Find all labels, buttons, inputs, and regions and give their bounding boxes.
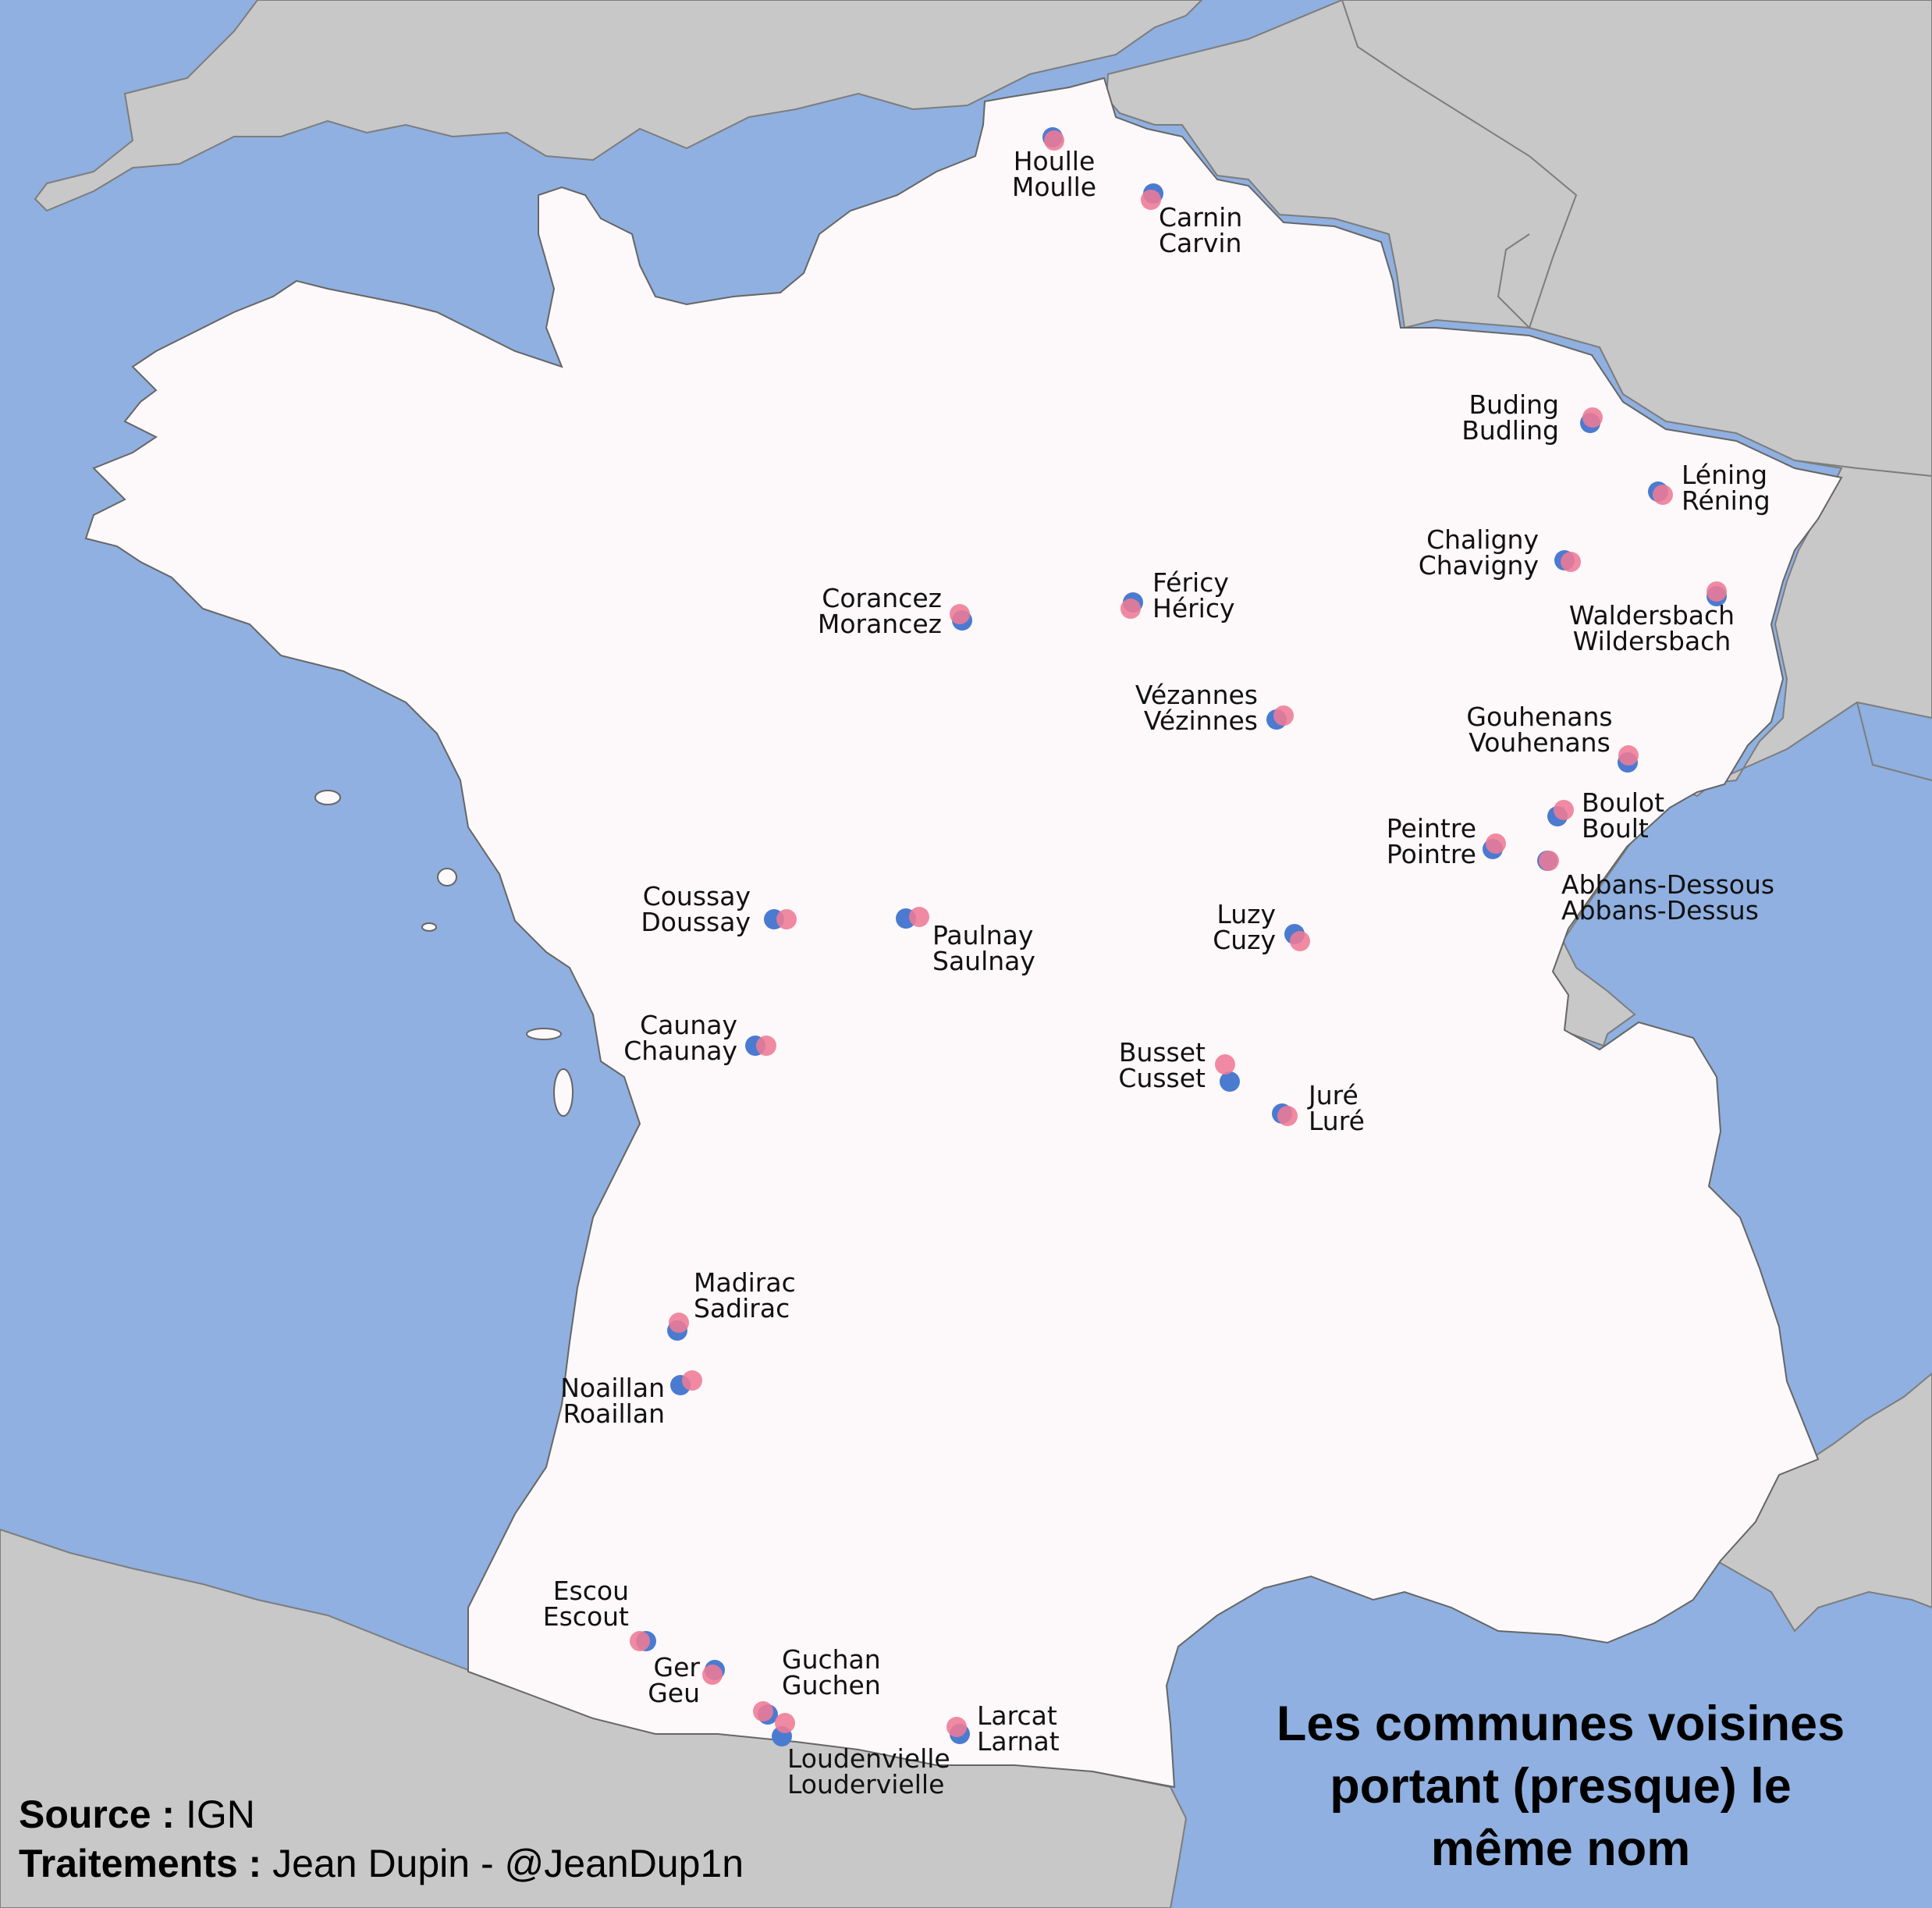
dot-pink-budling <box>1582 407 1603 428</box>
dot-pink-abbans-dessus <box>1539 851 1559 871</box>
dot-pink-réning <box>1653 485 1673 505</box>
label-14-second: Saulnay <box>932 946 1035 976</box>
dot-pink-vouhenans <box>1618 745 1639 766</box>
label-24-second: Loudervielle <box>787 1769 944 1800</box>
title-line-3: même nom <box>1431 1821 1691 1876</box>
label-25-second: Larnat <box>977 1726 1060 1757</box>
dot-pink-cusset <box>1215 1054 1235 1075</box>
label-17-second: Cusset <box>1118 1063 1206 1093</box>
label-13-second: Doussay <box>641 907 751 937</box>
label-0-second: Moulle <box>1012 172 1096 202</box>
label-19-second: Sadirac <box>694 1293 790 1324</box>
dot-pink-morancez <box>950 604 970 624</box>
dot-pink-chavigny <box>1561 552 1581 572</box>
dot-pink-larnat <box>946 1717 967 1737</box>
label-10-second: Boult <box>1582 813 1649 844</box>
source-value: IGN <box>186 1793 255 1836</box>
credits-value: Jean Dupin - @JeanDup1n <box>272 1842 744 1885</box>
source-line: Source : IGN <box>19 1793 255 1836</box>
dot-pink-loudervielle <box>775 1713 795 1733</box>
dot-pink-sadirac <box>669 1313 689 1333</box>
label-8-second: Vézinnes <box>1144 705 1258 736</box>
dot-pink-doussay <box>776 909 797 929</box>
label-1-second: Carvin <box>1159 228 1241 258</box>
label-16-second: Chaunay <box>623 1036 737 1066</box>
dot-pink-luré <box>1277 1106 1298 1126</box>
dot-pink-boult <box>1554 800 1574 820</box>
dot-pink-geu <box>702 1665 723 1685</box>
label-22-second: Geu <box>648 1678 700 1708</box>
label-2-second: Budling <box>1461 415 1559 446</box>
dot-pink-saulnay <box>909 907 929 927</box>
label-11-second: Pointre <box>1387 839 1476 869</box>
label-18-second: Luré <box>1309 1106 1365 1136</box>
dot-pink-chaunay <box>756 1036 776 1056</box>
dot-pink-vézinnes <box>1273 705 1294 726</box>
label-3-second: Réning <box>1682 485 1770 516</box>
dot-blue-busset <box>1220 1071 1240 1092</box>
dot-pink-pointre <box>1486 833 1506 854</box>
dot-pink-roaillan <box>682 1370 702 1391</box>
dot-pink-escout <box>630 1631 650 1651</box>
label-23-second: Guchen <box>782 1670 881 1700</box>
credits-label: Traitements : <box>19 1842 261 1885</box>
dot-pink-cuzy <box>1290 931 1310 951</box>
label-12-second: Abbans-Dessus <box>1561 895 1759 926</box>
dot-pink-héricy <box>1120 599 1141 619</box>
title-line-1: Les communes voisines <box>1277 1697 1845 1751</box>
dot-pink-guchen <box>753 1701 773 1721</box>
credits-line: Traitements : Jean Dupin - @JeanDup1n <box>19 1842 744 1885</box>
label-6-second: Morancez <box>818 609 942 639</box>
france-map: HoulleMoulleCarninCarvinBudingBudlingLén… <box>0 0 1932 1908</box>
label-20-second: Roaillan <box>563 1398 665 1429</box>
label-21-second: Escout <box>543 1601 629 1632</box>
source-label: Source : <box>19 1793 175 1836</box>
title-line-2: portant (presque) le <box>1330 1759 1792 1814</box>
label-5-second: Wildersbach <box>1573 626 1731 656</box>
label-15-second: Cuzy <box>1213 925 1276 955</box>
dot-pink-wildersbach <box>1706 581 1727 602</box>
label-9-second: Vouhenans <box>1469 727 1611 758</box>
label-7-second: Héricy <box>1152 593 1235 624</box>
label-4-second: Chavigny <box>1419 550 1539 581</box>
